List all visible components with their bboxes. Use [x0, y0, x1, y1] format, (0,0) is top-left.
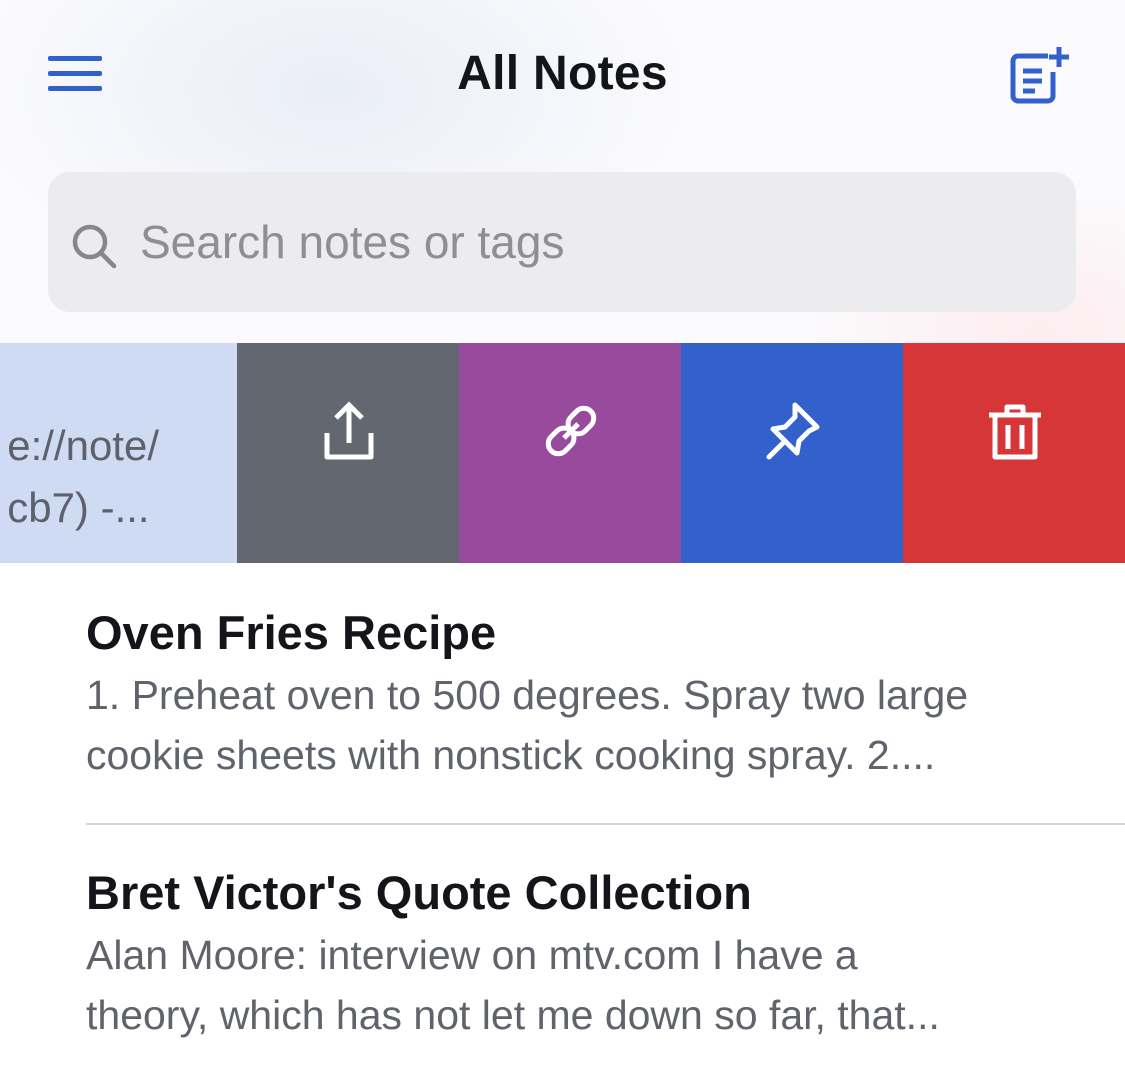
- search-bar[interactable]: [48, 172, 1076, 312]
- note-preview-line: 1. Preheat oven to 500 degrees. Spray tw…: [86, 672, 969, 718]
- swiped-note-preview-line: cb7) -...: [7, 484, 150, 531]
- note-preview: 1. Preheat oven to 500 degrees. Spray tw…: [86, 665, 1125, 785]
- new-note-icon: [1010, 47, 1069, 104]
- page-title: All Notes: [457, 47, 668, 100]
- list-item[interactable]: Oven Fries Recipe 1. Preheat oven to 500…: [86, 603, 1125, 785]
- note-title: Bret Victor's Quote Collection: [86, 866, 752, 919]
- list-divider: [86, 823, 1125, 825]
- search-icon: [72, 224, 117, 269]
- pin-icon: [766, 402, 820, 460]
- swiped-note-content[interactable]: e://note/ cb7) -...: [0, 343, 237, 563]
- list-item[interactable]: Bret Victor's Quote Collection Alan Moor…: [86, 863, 1125, 1045]
- note-preview-line: Alan Moore: interview on mtv.com I have …: [86, 932, 858, 978]
- note-preview: Alan Moore: interview on mtv.com I have …: [86, 925, 1125, 1045]
- trash-icon: [989, 404, 1041, 460]
- pin-button[interactable]: [681, 343, 903, 563]
- note-title: Oven Fries Recipe: [86, 606, 497, 659]
- share-icon: [324, 401, 374, 460]
- copy-link-button[interactable]: [459, 343, 681, 563]
- new-note-button[interactable]: [1004, 44, 1074, 108]
- share-button[interactable]: [237, 343, 459, 563]
- search-input[interactable]: [134, 172, 1066, 312]
- link-icon: [545, 405, 597, 457]
- swiped-note-preview: e://note/ cb7) -...: [7, 415, 159, 539]
- app-header: All Notes: [0, 0, 1125, 150]
- swiped-note-preview-line: e://note/: [7, 422, 159, 469]
- swiped-note-row: e://note/ cb7) -...: [0, 343, 1125, 563]
- trash-button[interactable]: [903, 343, 1125, 563]
- note-preview-line: theory, which has not let me down so far…: [86, 992, 940, 1038]
- note-preview-line: cookie sheets with nonstick cooking spra…: [86, 732, 936, 778]
